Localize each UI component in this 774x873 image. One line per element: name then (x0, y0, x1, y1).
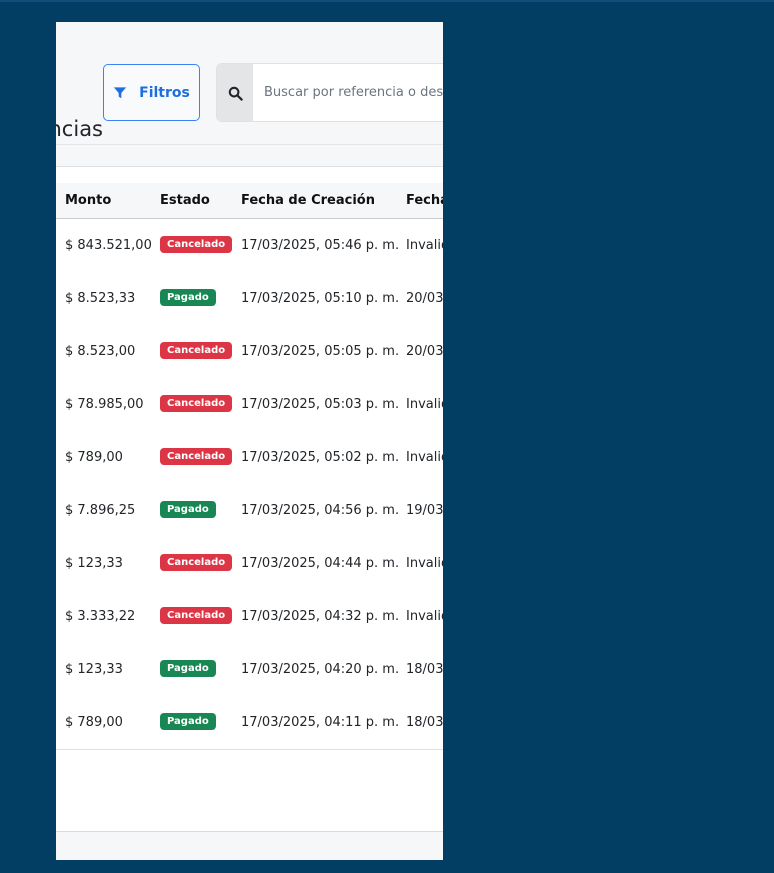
cell-fecha: 20/03/2025 (406, 291, 443, 306)
filters-button[interactable]: Filtros (103, 64, 200, 121)
cell-fecha: Invalid Date (406, 450, 443, 465)
transfers-panel: ncias o Filtros Monto Estado Fecha de Cr (56, 22, 443, 860)
page-header: ncias o Filtros (56, 22, 443, 216)
status-badge: Cancelado (160, 554, 233, 571)
column-header-fecha-creacion[interactable]: Fecha de Creación (241, 183, 375, 218)
status-badge: Pagado (160, 289, 216, 306)
column-header-monto[interactable]: Monto (65, 183, 111, 218)
header-divider (56, 144, 443, 145)
page-title-line1: ncias (56, 117, 103, 141)
status-badge: Cancelado (160, 395, 233, 412)
cell-fecha: 20/03/2025 (406, 344, 443, 359)
cell-monto: $ 123,33 (65, 662, 123, 677)
cell-monto: $ 7.896,25 (65, 503, 136, 518)
window-top-border (0, 0, 774, 2)
cell-estado: Cancelado (160, 537, 233, 590)
cell-fecha-creacion: 17/03/2025, 05:05 p. m. (241, 344, 400, 359)
cell-fecha: Invalid Date (406, 609, 443, 624)
cell-fecha: Invalid Date (406, 397, 443, 412)
table-row[interactable]: $ 843.521,00 Cancelado 17/03/2025, 05:46… (56, 219, 443, 273)
status-badge: Pagado (160, 660, 216, 677)
status-badge: Pagado (160, 501, 216, 518)
cell-estado: Pagado (160, 696, 216, 749)
cell-monto: $ 123,33 (65, 556, 123, 571)
cell-fecha-creacion: 17/03/2025, 04:20 p. m. (241, 662, 400, 677)
cell-estado: Pagado (160, 643, 216, 696)
cell-monto: $ 8.523,00 (65, 344, 136, 359)
cell-estado: Pagado (160, 484, 216, 537)
cell-monto: $ 789,00 (65, 450, 123, 465)
table-row[interactable]: $ 8.523,00 Cancelado 17/03/2025, 05:05 p… (56, 325, 443, 379)
cell-fecha: 18/03/2025 (406, 662, 443, 677)
table-row[interactable]: $ 789,00 Pagado 17/03/2025, 04:11 p. m. … (56, 696, 443, 750)
cell-fecha: Invalid Date (406, 556, 443, 571)
cell-fecha-creacion: 17/03/2025, 04:56 p. m. (241, 503, 400, 518)
table-row[interactable]: $ 789,00 Cancelado 17/03/2025, 05:02 p. … (56, 431, 443, 485)
cell-monto: $ 789,00 (65, 715, 123, 730)
cell-estado: Cancelado (160, 378, 233, 431)
cell-fecha-creacion: 17/03/2025, 04:32 p. m. (241, 609, 400, 624)
cell-estado: Cancelado (160, 325, 233, 378)
cell-monto: $ 3.333,22 (65, 609, 136, 624)
table-row[interactable]: $ 123,33 Pagado 17/03/2025, 04:20 p. m. … (56, 643, 443, 697)
filters-button-label: Filtros (139, 84, 190, 101)
cell-monto: $ 843.521,00 (65, 238, 152, 253)
cell-estado: Cancelado (160, 431, 233, 484)
cell-estado: Cancelado (160, 590, 233, 643)
cell-fecha: 18/03/2025 (406, 715, 443, 730)
cell-fecha-creacion: 17/03/2025, 05:10 p. m. (241, 291, 400, 306)
filter-icon (114, 86, 127, 98)
cell-fecha-creacion: 17/03/2025, 05:03 p. m. (241, 397, 400, 412)
cell-monto: $ 8.523,33 (65, 291, 136, 306)
cell-fecha-creacion: 17/03/2025, 05:02 p. m. (241, 450, 400, 465)
status-badge: Cancelado (160, 607, 233, 624)
table-header: Monto Estado Fecha de Creación Fecha (56, 183, 443, 219)
table-row[interactable]: $ 123,33 Cancelado 17/03/2025, 04:44 p. … (56, 537, 443, 591)
cell-estado: Cancelado (160, 219, 233, 272)
cell-fecha-creacion: 17/03/2025, 04:44 p. m. (241, 556, 400, 571)
cell-fecha-creacion: 17/03/2025, 04:11 p. m. (241, 715, 400, 730)
search-box (216, 63, 443, 122)
column-header-estado[interactable]: Estado (160, 183, 210, 218)
column-header-fecha[interactable]: Fecha (406, 183, 443, 218)
status-badge: Cancelado (160, 448, 233, 465)
status-badge: Cancelado (160, 236, 233, 253)
table-row[interactable]: $ 78.985,00 Cancelado 17/03/2025, 05:03 … (56, 378, 443, 432)
search-icon (228, 86, 243, 101)
status-badge: Cancelado (160, 342, 233, 359)
cell-fecha: 19/03/2025 (406, 503, 443, 518)
cell-estado: Pagado (160, 272, 216, 325)
status-badge: Pagado (160, 713, 216, 730)
table-row[interactable]: $ 7.896,25 Pagado 17/03/2025, 04:56 p. m… (56, 484, 443, 538)
search-addon[interactable] (217, 64, 253, 121)
table-row[interactable]: $ 8.523,33 Pagado 17/03/2025, 05:10 p. m… (56, 272, 443, 326)
search-input[interactable] (253, 64, 443, 121)
table-card: Monto Estado Fecha de Creación Fecha $ 8… (56, 167, 443, 832)
table-row[interactable]: $ 3.333,22 Cancelado 17/03/2025, 04:32 p… (56, 590, 443, 644)
cell-fecha: Invalid Date (406, 238, 443, 253)
cell-monto: $ 78.985,00 (65, 397, 144, 412)
cell-fecha-creacion: 17/03/2025, 05:46 p. m. (241, 238, 400, 253)
